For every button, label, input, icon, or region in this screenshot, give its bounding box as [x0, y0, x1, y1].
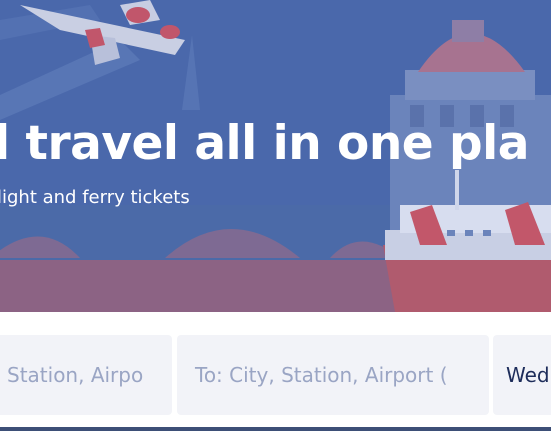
- search-form: Station, Airpo To: City, Station, Airpor…: [0, 312, 551, 428]
- hero-headline: l travel all in one pla: [0, 116, 530, 171]
- departure-date-field[interactable]: Wed: [493, 335, 551, 415]
- to-placeholder: To: City, Station, Airport (: [195, 363, 448, 387]
- hero-banner: l travel all in one pla light and ferry …: [0, 0, 551, 312]
- date-value: Wed: [506, 363, 550, 387]
- section-divider: [0, 427, 551, 431]
- from-placeholder: Station, Airpo: [7, 363, 144, 387]
- from-field[interactable]: Station, Airpo: [0, 335, 172, 415]
- to-field[interactable]: To: City, Station, Airport (: [177, 335, 489, 415]
- hero-subheadline: light and ferry tickets: [0, 187, 190, 208]
